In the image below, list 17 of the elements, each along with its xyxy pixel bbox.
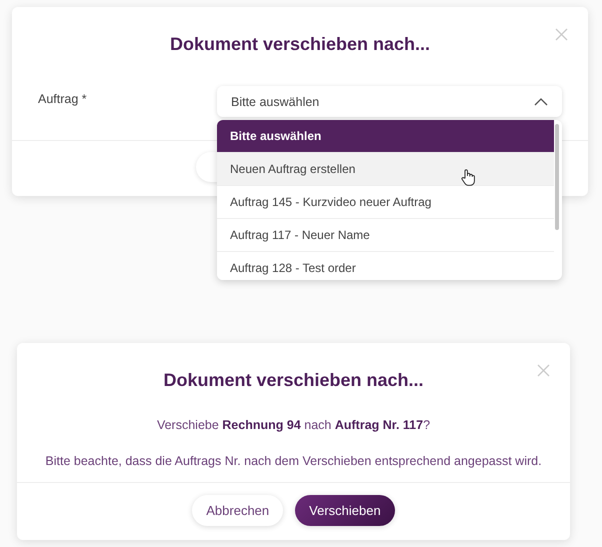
- confirm-message: Verschiebe Rechnung 94 nach Auftrag Nr. 117?: [156, 418, 432, 432]
- field-label: Auftrag *: [38, 91, 88, 106]
- dialog-title: Dokument verschieben nach...: [168, 34, 432, 55]
- cancel-button[interactable]: Abbrechen: [192, 495, 284, 526]
- note-text: Bitte beachte, dass die Auftrags Nr. nach dem Verschieben entsprechend angepasst wird.: [44, 454, 543, 468]
- dropdown-option[interactable]: Bitte auswählen: [217, 120, 554, 153]
- close-icon[interactable]: [555, 28, 568, 41]
- scrollbar-thumb[interactable]: [555, 124, 559, 230]
- order-select[interactable]: Bitte auswählen: [217, 86, 562, 117]
- dropdown-option[interactable]: Auftrag 117 - Neuer Name: [217, 219, 554, 252]
- dialog-title: Dokument verschieben nach...: [162, 370, 425, 391]
- dropdown-option[interactable]: Auftrag 145 - Kurzvideo neuer Auftrag: [217, 186, 554, 219]
- dropdown-option[interactable]: Auftrag 128 - Test order: [217, 252, 554, 280]
- dropdown-option[interactable]: Neuen Auftrag erstellen: [217, 153, 554, 186]
- hand-cursor-icon: [461, 169, 475, 186]
- close-icon[interactable]: [537, 364, 550, 377]
- move-button[interactable]: Verschieben: [295, 495, 395, 526]
